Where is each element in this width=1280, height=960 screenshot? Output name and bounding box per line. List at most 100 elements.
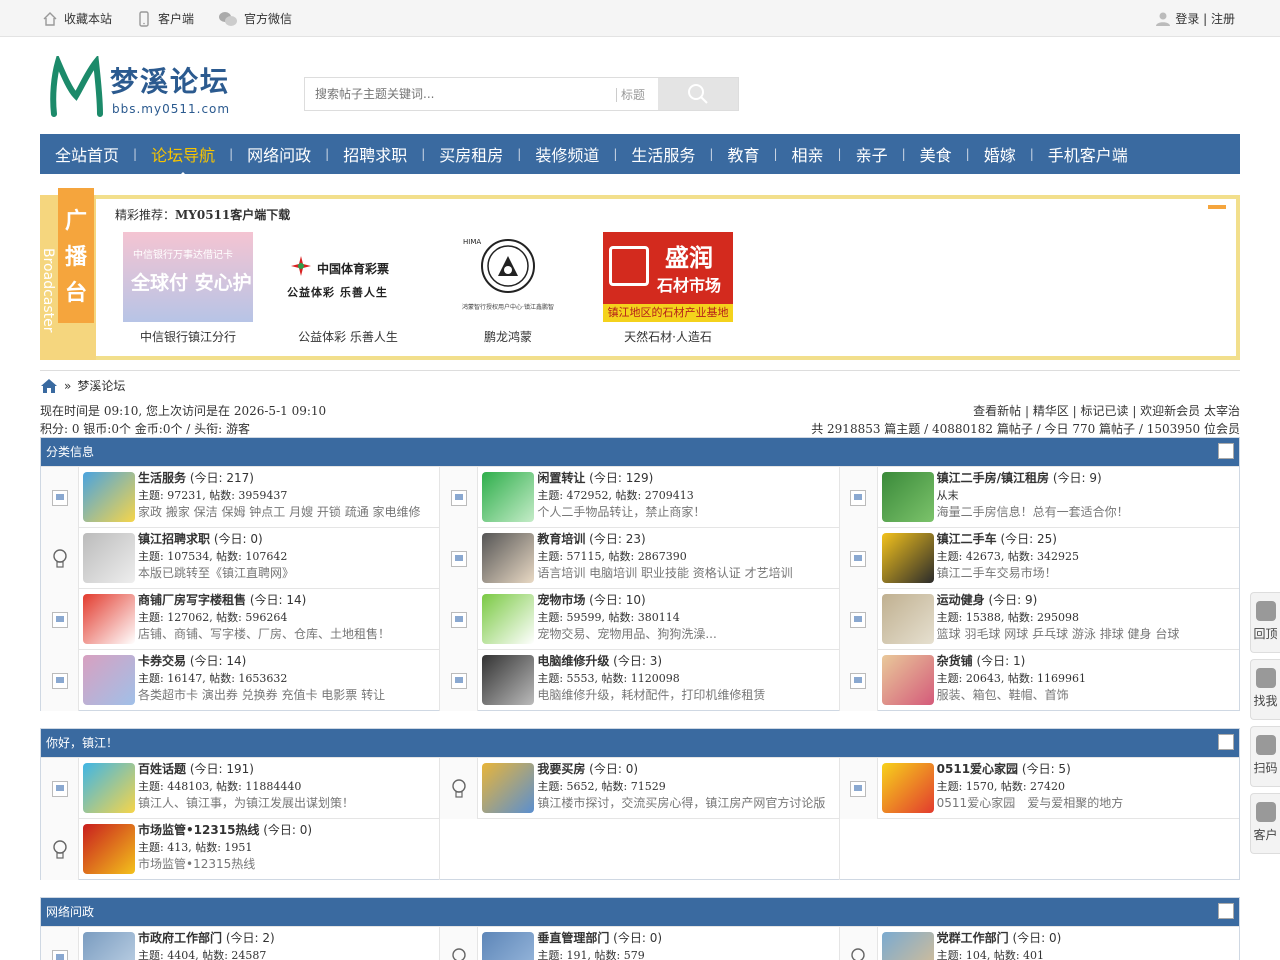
forum-thumbnail[interactable] (83, 932, 135, 960)
forum-thumbnail[interactable] (482, 932, 535, 960)
search-button[interactable] (658, 78, 738, 110)
ad-item[interactable]: HIMA 鸿蒙智行授权用户中心·镇江鑫鹏智 鹏龙鸿蒙 (442, 232, 574, 345)
forum-thumbnail[interactable] (83, 594, 135, 644)
nav-item[interactable]: 手机客户端 (1048, 142, 1128, 166)
nav-item[interactable]: 生活服务 (631, 142, 695, 166)
forum-item[interactable]: 电脑维修升级 (今日: 3) 主题: 5553, 帖数: 1120098 电脑维修升… (440, 650, 840, 711)
scan-code-button[interactable]: 扫码 (1250, 726, 1280, 787)
forum-thumbnail[interactable] (881, 533, 934, 583)
ad-item[interactable]: 中信银行万事达借记卡 全球付 安心护 中信银行镇江分行 (122, 232, 254, 345)
collapse-toggle-icon[interactable] (1218, 903, 1234, 919)
forum-item[interactable]: 镇江招聘求职 (今日: 0) 主题: 107534, 帖数: 107642 本版已跳… (41, 528, 441, 589)
forum-thumbnail[interactable] (482, 533, 535, 583)
forum-item[interactable]: 运动健身 (今日: 9) 主题: 15388, 帖数: 295098 篮球 羽毛球 … (839, 589, 1239, 650)
forum-item[interactable]: 宠物市场 (今日: 10) 主题: 59599, 帖数: 380114 宠物交易、宠… (440, 589, 840, 650)
forum-name-link[interactable]: 镇江二手房/镇江租房 (937, 471, 1049, 485)
site-url: bbs.my0511.com (112, 102, 231, 116)
category-title[interactable]: 网络问政 (46, 905, 94, 919)
forum-item[interactable]: 市场监管•12315热线 (今日: 0) 主题: 413, 帖数: 1951 市场监… (41, 819, 441, 880)
forum-thumbnail[interactable] (881, 655, 934, 705)
forum-item[interactable]: 镇江二手房/镇江租房 (今日: 9) 从末 海量二手房信息！总有一套适合你！ (839, 467, 1239, 528)
forum-name-link[interactable]: 商铺厂房写字楼租售 (138, 593, 246, 607)
contact-us-button[interactable]: 找我 (1250, 659, 1280, 720)
nav-item[interactable]: 网络问政 (247, 142, 311, 166)
forum-thumbnail[interactable] (83, 655, 135, 705)
forum-name-link[interactable]: 0511爱心家园 (937, 762, 1018, 776)
forum-item[interactable]: 杂货铺 (今日: 1) 主题: 20643, 帖数: 1169961 服装、箱包、鞋… (839, 650, 1239, 711)
forum-item[interactable]: 教育培训 (今日: 23) 主题: 57115, 帖数: 2867390 语言培训 … (440, 528, 840, 589)
category-title[interactable]: 分类信息 (46, 445, 94, 459)
bookmark-link[interactable]: 收藏本站 (42, 10, 112, 27)
breadcrumb-separator: » (64, 378, 72, 393)
forum-thumbnail[interactable] (83, 824, 135, 874)
search-scope-select[interactable]: 标题 (616, 88, 645, 102)
back-to-top-button[interactable]: 回顶 (1250, 592, 1280, 653)
nav-item[interactable]: 亲子 (856, 142, 888, 166)
forum-name-link[interactable]: 教育培训 (537, 532, 585, 546)
forum-name-link[interactable]: 镇江招聘求职 (138, 532, 210, 546)
nav-item[interactable]: 买房租房 (439, 142, 503, 166)
forum-name-link[interactable]: 宠物市场 (537, 593, 585, 607)
forum-item[interactable]: 闲置转让 (今日: 129) 主题: 472952, 帖数: 2709413 个人二… (440, 467, 840, 528)
forum-name-link[interactable]: 运动健身 (937, 593, 985, 607)
forum-item[interactable]: 商铺厂房写字楼租售 (今日: 14) 主题: 127062, 帖数: 596264… (41, 589, 441, 650)
forum-name-link[interactable]: 镇江二手车 (937, 532, 997, 546)
forum-thumbnail[interactable] (881, 763, 934, 813)
nav-item[interactable]: 装修频道 (535, 142, 599, 166)
home-icon[interactable] (40, 378, 58, 394)
forum-name-link[interactable]: 闲置转让 (537, 471, 585, 485)
broadcast-title-link[interactable]: MY0511客户端下载 (175, 208, 290, 222)
nav-item[interactable]: 招聘求职 (343, 142, 407, 166)
ad-item[interactable]: 盛润 石材市场 镇江地区的石材产业基地 天然石材·人造石 (602, 232, 734, 345)
login-register-link[interactable]: 登录 | 注册 (1155, 10, 1235, 27)
nav-item[interactable]: 美食 (920, 142, 952, 166)
forum-thumbnail[interactable] (482, 594, 535, 644)
forum-thumbnail[interactable] (83, 763, 135, 813)
forum-item[interactable]: 市政府工作部门 (今日: 2) 主题: 4404, 帖数: 24587 (41, 927, 441, 960)
client-link[interactable]: 客户端 (136, 10, 194, 27)
ad-item[interactable]: 中国体育彩票 公益体彩 乐善人生 公益体彩 乐善人生 (282, 232, 414, 345)
forum-item[interactable]: 生活服务 (今日: 217) 主题: 97231, 帖数: 3959437 家政 搬… (41, 467, 441, 528)
breadcrumb-current[interactable]: 梦溪论坛 (77, 377, 125, 394)
forum-name-link[interactable]: 市政府工作部门 (138, 931, 222, 945)
forum-item[interactable]: 镇江二手车 (今日: 25) 主题: 42673, 帖数: 342925 镇江二手车… (839, 528, 1239, 589)
nav-item[interactable]: 相亲 (792, 142, 824, 166)
forum-text: 教育培训 (今日: 23) 主题: 57115, 帖数: 2867390 语言培训 … (537, 528, 792, 589)
forum-item[interactable]: 百姓话题 (今日: 191) 主题: 448103, 帖数: 11884440 镇江… (41, 758, 441, 819)
search-input[interactable] (305, 78, 615, 110)
forum-item[interactable]: 0511爱心家园 (今日: 5) 主题: 1570, 帖数: 27420 0511爱… (839, 758, 1239, 819)
collapse-toggle-icon[interactable] (1218, 443, 1234, 459)
forum-name-link[interactable]: 党群工作部门 (937, 931, 1009, 945)
forum-item[interactable]: 我要买房 (今日: 0) 主题: 5652, 帖数: 71529 镇江楼市探讨，交流… (440, 758, 840, 819)
forum-thumbnail[interactable] (482, 655, 535, 705)
forum-name-link[interactable]: 卡券交易 (138, 654, 186, 668)
forum-thumbnail[interactable] (83, 472, 135, 522)
forum-item[interactable]: 党群工作部门 (今日: 0) 主题: 104, 帖数: 401 (839, 927, 1239, 960)
forum-name-link[interactable]: 垂直管理部门 (537, 931, 609, 945)
forum-thumbnail[interactable] (482, 472, 535, 522)
client-app-button[interactable]: 客户 (1250, 793, 1280, 854)
forum-name-link[interactable]: 电脑维修升级 (537, 654, 609, 668)
collapse-toggle-icon[interactable] (1218, 734, 1234, 750)
wechat-link[interactable]: 官方微信 (218, 10, 292, 27)
quick-links[interactable]: 查看新帖 | 精华区 | 标记已读 | 欢迎新会员 太宰治 (811, 402, 1240, 420)
site-logo[interactable]: 梦溪论坛 bbs.my0511.com (48, 56, 238, 120)
forum-name-link[interactable]: 我要买房 (537, 762, 585, 776)
forum-name-link[interactable]: 百姓话题 (138, 762, 186, 776)
nav-item[interactable]: 婚嫁 (984, 142, 1016, 166)
forum-thumbnail[interactable] (881, 594, 934, 644)
category-title[interactable]: 你好，镇江！ (46, 736, 118, 750)
nav-item[interactable]: 论坛导航 (151, 142, 215, 178)
forum-thumbnail[interactable] (83, 533, 135, 583)
forum-name-link[interactable]: 市场监管•12315热线 (138, 823, 259, 837)
nav-item[interactable]: 教育 (727, 142, 759, 166)
forum-name-link[interactable]: 生活服务 (138, 471, 186, 485)
forum-name-link[interactable]: 杂货铺 (937, 654, 973, 668)
forum-thumbnail[interactable] (482, 763, 535, 813)
category-header: 网络问政 (41, 898, 1239, 926)
nav-item[interactable]: 全站首页 (55, 142, 119, 166)
forum-item[interactable]: 卡券交易 (今日: 14) 主题: 16147, 帖数: 1653632 各类超市卡… (41, 650, 441, 711)
forum-thumbnail[interactable] (881, 932, 934, 960)
forum-thumbnail[interactable] (881, 472, 934, 522)
forum-item[interactable]: 垂直管理部门 (今日: 0) 主题: 191, 帖数: 579 (440, 927, 840, 960)
